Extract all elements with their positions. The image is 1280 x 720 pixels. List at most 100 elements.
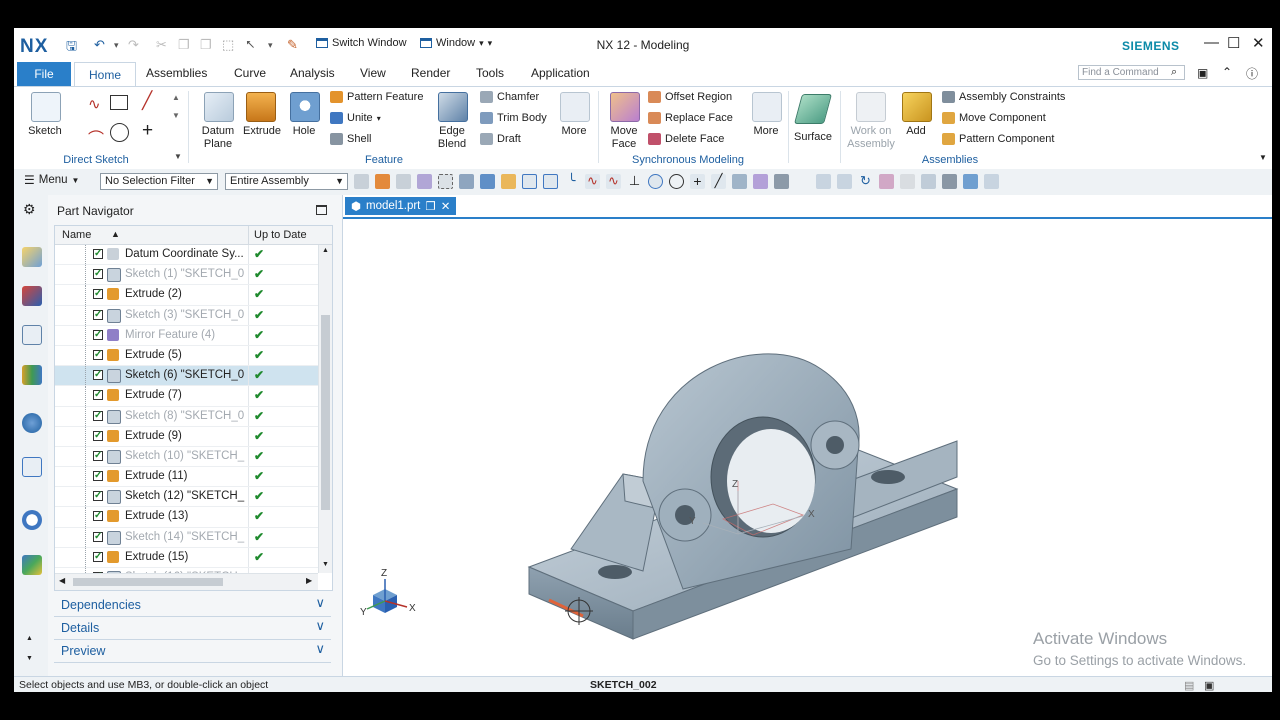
zoom-icon[interactable] — [837, 174, 852, 189]
scroll-up-icon[interactable]: ▲ — [322, 247, 329, 254]
delete-face-button[interactable]: Delete Face — [648, 133, 724, 145]
document-tab[interactable]: ⬢ model1.prt ❐ ✕ — [345, 197, 457, 215]
tree-row[interactable]: ✓ Sketch (6) "SKETCH_0... ✔ — [55, 366, 318, 387]
mid-point-icon[interactable] — [543, 174, 558, 189]
scroll-right-icon[interactable]: ▶ — [306, 576, 312, 585]
tree-row[interactable]: ✓ Sketch (14) "SKETCH_... ✔ — [55, 527, 318, 548]
find-command-input[interactable]: Find a Command — [1078, 65, 1185, 80]
restore-window-icon[interactable]: ❐ — [425, 199, 435, 213]
move-face-button[interactable]: Move Face — [604, 125, 644, 151]
visibility-checkbox[interactable]: ✓ — [93, 289, 103, 300]
search-icon[interactable]: ⌕ — [1171, 66, 1177, 79]
offset-region-button[interactable]: Offset Region — [648, 91, 732, 103]
graphics-area[interactable]: Z X Y Z X Y Activate Windows Go to Setti… — [343, 217, 1272, 678]
clipping-icon[interactable] — [900, 174, 915, 189]
paste-icon[interactable]: ❐ — [200, 37, 212, 53]
point-on-curve-icon[interactable]: ╱ — [711, 174, 726, 189]
tree-row[interactable]: ✓ Extrude (11) ✔ — [55, 467, 318, 488]
visibility-checkbox[interactable]: ✓ — [93, 551, 103, 562]
history-icon[interactable] — [22, 510, 42, 530]
collapse-ribbon-icon[interactable]: ⌃ — [1222, 65, 1232, 79]
move-component-button[interactable]: Move Component — [942, 112, 1046, 124]
dependencies-panel[interactable]: Dependencies ∨ — [54, 594, 331, 617]
visibility-checkbox[interactable]: ✓ — [93, 471, 103, 482]
help-icon[interactable]: ⓘ — [1246, 65, 1258, 82]
more-sync-button[interactable]: More — [746, 125, 786, 138]
chamfer-button[interactable]: Chamfer — [480, 91, 539, 103]
visibility-checkbox[interactable]: ✓ — [93, 410, 103, 421]
gear-icon[interactable]: ⚙ — [23, 201, 36, 218]
point-on-face-icon[interactable] — [732, 174, 747, 189]
cut-icon[interactable]: ✂ — [156, 37, 167, 53]
work-on-assembly-button[interactable]: Work on Assembly — [846, 125, 896, 151]
window-menu-button[interactable]: Window ▾ ▾ — [420, 37, 492, 49]
maximize-icon[interactable]: ☐ — [1227, 34, 1240, 52]
quadrant-icon[interactable] — [669, 174, 684, 189]
tree-row[interactable]: ✓ Extrude (15) ✔ — [55, 547, 318, 568]
pattern-feature-button[interactable]: Pattern Feature — [330, 91, 423, 103]
bounded-grid-icon[interactable] — [753, 174, 768, 189]
tab-analysis[interactable]: Analysis — [290, 66, 335, 80]
visibility-checkbox[interactable]: ✓ — [93, 249, 103, 259]
tree-row[interactable]: ✓ Extrude (5) ✔ — [55, 345, 318, 367]
sketch-scroll-up-icon[interactable]: ▲ — [172, 93, 180, 102]
circle-icon[interactable] — [110, 123, 129, 142]
sketch-button[interactable]: Sketch — [26, 125, 64, 138]
sketch-scroll-down-icon[interactable]: ▼ — [172, 111, 180, 120]
hole-icon[interactable] — [290, 92, 320, 122]
touch-dropdown-icon[interactable]: ▾ — [268, 40, 273, 51]
more-feature-button[interactable]: More — [554, 125, 594, 138]
tree-row[interactable]: ✓ Sketch (8) "SKETCH_0... ✔ — [55, 406, 318, 427]
ribbon-overflow-icon[interactable]: ▼ — [1259, 153, 1267, 162]
surface-icon[interactable] — [793, 94, 833, 124]
tree-row[interactable]: ✓ Extrude (13) ✔ — [55, 507, 318, 528]
maximize-panel-icon[interactable] — [316, 205, 327, 215]
studio-spline-icon[interactable]: ∿ — [88, 95, 101, 113]
edge-blend-icon[interactable] — [438, 92, 468, 122]
pillow-block-model[interactable]: Z X Y — [527, 353, 959, 640]
add-component-icon[interactable] — [902, 92, 932, 122]
draft-button[interactable]: Draft — [480, 133, 521, 145]
status-window-icon[interactable]: ▣ — [1204, 679, 1214, 692]
spline-point-icon[interactable]: ∿ — [606, 174, 621, 189]
column-up-to-date[interactable]: Up to Date — [254, 229, 307, 241]
visibility-checkbox[interactable]: ✓ — [93, 450, 103, 461]
tab-application[interactable]: Application — [531, 66, 590, 80]
hole-button[interactable]: Hole — [288, 125, 320, 138]
close-tab-icon[interactable]: ✕ — [441, 199, 451, 213]
menu-button[interactable]: ☰ Menu ▼ — [24, 173, 79, 187]
tree-row[interactable]: ✓ Extrude (7) ✔ — [55, 386, 318, 407]
datum-plane-button[interactable]: Datum Plane — [198, 125, 238, 151]
snap-icon[interactable] — [354, 174, 369, 189]
visibility-checkbox[interactable]: ✓ — [93, 430, 103, 441]
rail-scroll-up-icon[interactable]: ▲ — [26, 635, 33, 642]
repeat-command-icon[interactable]: ⬚ — [222, 37, 234, 53]
point-icon[interactable]: + — [142, 120, 153, 142]
tab-curve[interactable]: Curve — [234, 66, 266, 80]
more-sync-icon[interactable] — [752, 92, 782, 122]
tab-assemblies[interactable]: Assemblies — [146, 66, 207, 80]
edge-blend-button[interactable]: Edge Blend — [432, 125, 472, 151]
scroll-thumb[interactable] — [321, 315, 330, 510]
redo-icon[interactable]: ↷ — [128, 37, 139, 53]
tab-tools[interactable]: Tools — [476, 66, 504, 80]
visibility-checkbox[interactable]: ✓ — [93, 269, 103, 280]
visibility-checkbox[interactable]: ✓ — [93, 491, 103, 502]
shell-button[interactable]: Shell — [330, 133, 371, 145]
tree-horizontal-scrollbar[interactable]: ◀ ▶ — [55, 573, 318, 590]
existing-point-icon[interactable]: + — [690, 174, 705, 189]
tree-row[interactable]: ✓ Sketch (3) "SKETCH_0... ✔ — [55, 305, 318, 326]
edit-icon[interactable]: ✎ — [287, 37, 298, 53]
pan-icon[interactable] — [879, 174, 894, 189]
selection-filter-select[interactable]: No Selection Filter ▼ — [100, 173, 218, 190]
assembly-navigator-icon[interactable] — [22, 247, 42, 267]
fit-icon[interactable] — [816, 174, 831, 189]
visibility-checkbox[interactable]: ✓ — [93, 329, 103, 340]
rectangle-icon[interactable] — [110, 95, 128, 110]
replace-face-button[interactable]: Replace Face — [648, 112, 733, 124]
visibility-checkbox[interactable]: ✓ — [93, 511, 103, 522]
ribbon-options-icon[interactable]: ▣ — [1197, 66, 1208, 80]
arc-center-icon[interactable] — [648, 174, 663, 189]
sketch-icon[interactable] — [31, 92, 61, 122]
tree-row[interactable]: ✓ Mirror Feature (4) ✔ — [55, 325, 318, 346]
